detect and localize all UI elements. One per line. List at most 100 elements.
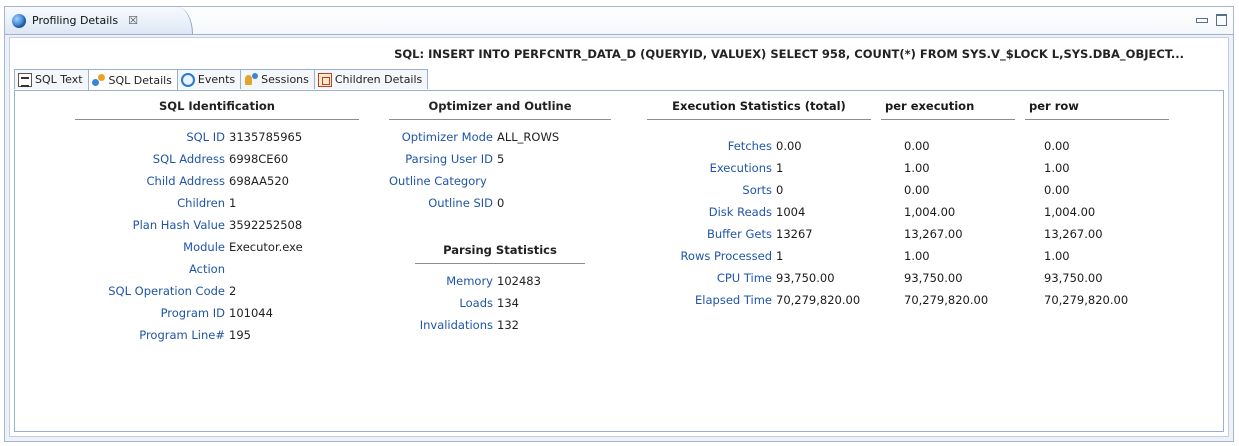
field-label: Child Address — [146, 174, 225, 188]
field-row: Loads 134 — [415, 292, 585, 314]
field-label: Outline Category — [389, 174, 487, 188]
tab-sql-details[interactable]: SQL Details — [87, 69, 178, 90]
tab-label: SQL Text — [35, 73, 83, 86]
execution-stats-rows: Fetches 0.00 0.00 0.00 Executions 1 1.00 1.00 … — [647, 135, 1184, 311]
stat-total: 1 — [776, 161, 784, 175]
optimizer-outline-section: Optimizer and Outline Optimizer Mode ALL_… — [389, 99, 611, 214]
stat-label: Buffer Gets — [706, 227, 772, 241]
field-value: 102483 — [497, 274, 541, 288]
stat-per-execution: 0.00 — [904, 139, 930, 153]
stat-per-row: 0.00 — [1044, 183, 1070, 197]
stat-per-execution: 1.00 — [904, 249, 930, 263]
stats-row: Executions 1 1.00 1.00 — [647, 157, 1184, 179]
sql-statement-text: SQL: INSERT INTO PERFCNTR_DATA_D (QUERYI… — [394, 46, 1184, 61]
profiling-details-view: Profiling Details ☒ SQL: INSERT INTO PER… — [4, 6, 1234, 442]
field-value: 195 — [229, 328, 251, 342]
execution-stats-header: Execution Statistics (total) per executi… — [647, 99, 1179, 120]
sessions-icon — [244, 72, 259, 87]
field-value: ALL_ROWS — [497, 130, 560, 144]
field-row: Parsing User ID 5 — [389, 148, 611, 170]
stat-total: 70,279,820.00 — [776, 293, 861, 307]
stats-row: Rows Processed 1 1.00 1.00 — [647, 245, 1184, 267]
field-label: Parsing User ID — [405, 152, 493, 166]
close-icon[interactable]: ☒ — [128, 14, 138, 27]
field-value: 1 — [229, 196, 237, 210]
field-label: SQL Operation Code — [108, 284, 225, 298]
stat-per-row: 70,279,820.00 — [1044, 293, 1129, 307]
stats-row: Elapsed Time 70,279,820.00 70,279,820.00 70… — [647, 289, 1184, 311]
stat-total: 0 — [776, 183, 784, 197]
tab-label: SQL Details — [108, 73, 172, 87]
field-label: Program ID — [160, 306, 225, 320]
stat-per-execution: 1,004.00 — [904, 205, 956, 219]
header-per-execution: per execution — [881, 99, 1015, 120]
field-value: 3135785965 — [229, 130, 303, 144]
field-row: SQL ID 3135785965 — [75, 126, 359, 148]
stats-row: Sorts 0 0.00 0.00 — [647, 179, 1184, 201]
stat-per-execution: 0.00 — [904, 183, 930, 197]
field-label: Invalidations — [419, 318, 493, 332]
stats-row: Disk Reads 1004 1,004.00 1,004.00 — [647, 201, 1184, 223]
field-label: Program Line# — [139, 328, 225, 342]
field-value: 6998CE60 — [229, 152, 289, 166]
sql-identification-section: SQL Identification SQL ID 3135785965 SQL … — [75, 99, 359, 346]
sql-details-panel: SQL Identification SQL ID 3135785965 SQL … — [14, 90, 1224, 432]
stat-per-row: 13,267.00 — [1044, 227, 1103, 241]
maximize-icon[interactable] — [1216, 14, 1227, 26]
field-row: Children 1 — [75, 192, 359, 214]
section-title: Optimizer and Outline — [389, 99, 611, 120]
stat-label: Elapsed Time — [695, 293, 772, 307]
stat-label: Rows Processed — [680, 249, 772, 263]
stat-label: Sorts — [742, 183, 772, 197]
field-label: Loads — [459, 296, 493, 310]
field-row: Invalidations 132 — [415, 314, 585, 336]
field-label: Plan Hash Value — [132, 218, 225, 232]
stat-total: 93,750.00 — [776, 271, 835, 285]
tab-children-details[interactable]: Children Details — [313, 69, 429, 89]
stat-per-row: 93,750.00 — [1044, 271, 1103, 285]
field-label: Optimizer Mode — [401, 130, 493, 144]
section-title: SQL Identification — [75, 99, 359, 120]
sql-details-icon — [91, 73, 106, 87]
tab-sessions[interactable]: Sessions — [240, 69, 315, 89]
field-value: 698AA520 — [229, 174, 289, 188]
field-value: 132 — [497, 318, 519, 332]
field-label: Memory — [446, 274, 493, 288]
stat-total: 1 — [776, 249, 784, 263]
stat-label: Disk Reads — [708, 205, 772, 219]
stat-per-row: 0.00 — [1044, 139, 1070, 153]
tab-label: Sessions — [261, 73, 309, 86]
minimize-icon[interactable] — [1196, 18, 1208, 23]
sql-text-icon — [18, 72, 32, 87]
stat-total: 0.00 — [776, 139, 802, 153]
stat-label: CPU Time — [716, 271, 772, 285]
field-label: SQL Address — [152, 152, 225, 166]
field-row: Program Line# 195 — [75, 324, 359, 346]
stat-per-execution: 70,279,820.00 — [904, 293, 989, 307]
stats-row: CPU Time 93,750.00 93,750.00 93,750.00 — [647, 267, 1184, 289]
stat-total: 1004 — [776, 205, 806, 219]
events-icon — [180, 72, 195, 87]
execution-statistics-section: Execution Statistics (total) per executi… — [647, 91, 1207, 391]
field-value: 0 — [497, 196, 505, 210]
field-row: Action — [75, 258, 359, 280]
field-value: 101044 — [229, 306, 273, 320]
tab-events[interactable]: Events — [176, 69, 242, 89]
view-header: Profiling Details ☒ — [5, 7, 1233, 35]
field-label: SQL ID — [186, 130, 225, 144]
stat-label: Executions — [709, 161, 772, 175]
header-total: Execution Statistics (total) — [647, 99, 871, 120]
details-tabbar: SQL Text SQL Details Events Sessions Chi… — [14, 69, 429, 90]
view-tab-profiling-details[interactable]: Profiling Details ☒ — [5, 7, 193, 34]
field-row: Module Executor.exe — [75, 236, 359, 258]
tab-label: Events — [197, 73, 236, 86]
field-label: Action — [188, 262, 225, 276]
stat-total: 13267 — [776, 227, 813, 241]
children-details-icon — [317, 72, 332, 87]
stats-row: Buffer Gets 13267 13,267.00 13,267.00 — [647, 223, 1184, 245]
stat-per-row: 1.00 — [1044, 161, 1070, 175]
field-label: Children — [177, 196, 225, 210]
tab-sql-text[interactable]: SQL Text — [14, 69, 89, 89]
window-controls — [1196, 14, 1227, 26]
field-row: Program ID 101044 — [75, 302, 359, 324]
